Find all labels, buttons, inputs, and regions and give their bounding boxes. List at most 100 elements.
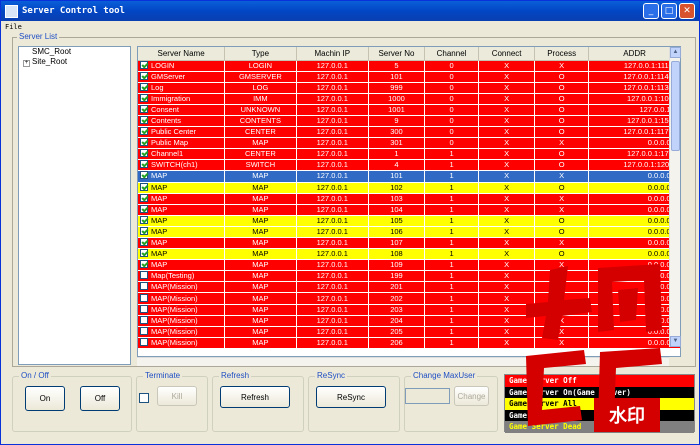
row-checkbox[interactable]	[140, 171, 148, 180]
table-row[interactable]: MAP(Mission) MAP 127.0.0.1 202 1 X X 0.0.0.0:0	[138, 292, 680, 305]
row-checkbox[interactable]	[140, 293, 148, 302]
row-checkbox[interactable]	[140, 226, 148, 235]
row-checkbox[interactable]	[140, 249, 148, 258]
row-checkbox[interactable]	[140, 215, 148, 224]
maxuser-input[interactable]	[405, 388, 450, 404]
terminate-checkbox[interactable]	[139, 393, 149, 403]
cell-text: Public Map	[151, 138, 189, 148]
column-header[interactable]: Channel	[424, 47, 480, 61]
table-row[interactable]: MAP(Mission) MAP 127.0.0.1 201 1 X X 0.0.0.0:0	[138, 281, 680, 294]
table-row[interactable]: MAP MAP 127.0.0.1 104 1 X X 0.0.0.0:0	[138, 204, 680, 216]
table-row[interactable]: Consent UNKNOWN 127.0.0.1 1001 0 X O 127.0.0.1:…	[138, 104, 680, 116]
kill-button[interactable]: Kill	[157, 386, 197, 406]
row-checkbox[interactable]	[140, 60, 148, 69]
column-header[interactable]: Connect	[478, 47, 536, 61]
table-row[interactable]: Contents CONTENTS 127.0.0.1 9 0 X O 127.0.0.1:1…	[138, 115, 680, 128]
server-list-caption: Server List	[17, 32, 60, 41]
table-row[interactable]: SWITCH(ch1) SWITCH 127.0.0.1 4 1 X O 127.0.0.1:…	[138, 159, 680, 172]
table-row[interactable]: MAP(Mission) MAP 127.0.0.1 204 1 X X 0.0.0.0:0	[138, 315, 680, 327]
server-name-cell: MAP	[138, 204, 226, 216]
refresh-button[interactable]: Refresh	[220, 386, 290, 408]
row-checkbox[interactable]	[140, 71, 148, 80]
table-row[interactable]: MAP MAP 127.0.0.1 107 1 X X 0.0.0.0:0	[138, 237, 680, 250]
table-row[interactable]: Map(Testing) MAP 127.0.0.1 199 1 X X 0.0.0.0:0	[138, 270, 680, 283]
change-button[interactable]: Change	[454, 386, 489, 406]
row-checkbox[interactable]	[140, 160, 148, 169]
row-checkbox[interactable]	[140, 238, 148, 247]
row-checkbox[interactable]	[140, 260, 148, 269]
row-checkbox[interactable]	[140, 315, 148, 324]
off-button[interactable]: Off	[80, 386, 120, 411]
scroll-down-icon[interactable]: ▼	[670, 336, 681, 347]
row-checkbox[interactable]	[140, 138, 148, 147]
table-row[interactable]: MAP(Mission) MAP 127.0.0.1 205 1 X X 0.0.0.0:0	[138, 326, 680, 338]
table-row[interactable]: MAP MAP 127.0.0.1 101 1 X X 0.0.0.0:0	[138, 170, 680, 183]
table-cell: MAP	[224, 326, 297, 338]
row-checkbox[interactable]	[140, 182, 148, 191]
table-cell: X	[478, 115, 536, 128]
row-checkbox[interactable]	[140, 204, 148, 213]
table-cell: X	[478, 159, 536, 172]
table-row[interactable]: Log LOG 127.0.0.1 999 0 X O 127.0.0.1:11300	[138, 82, 680, 94]
maximize-button[interactable]: □	[661, 3, 677, 19]
table-cell: X	[478, 126, 536, 139]
table-row[interactable]: MAP MAP 127.0.0.1 102 1 X O 0.0.0.0:0	[138, 182, 680, 194]
tree-node-site-root[interactable]: + Site_Root	[19, 57, 130, 67]
table-row[interactable]: Public Center CENTER 127.0.0.1 300 0 X O 127.0.…	[138, 126, 680, 139]
table-cell: 108	[368, 248, 426, 261]
table-cell: 127.0.0.1	[296, 182, 369, 194]
table-row[interactable]: MAP MAP 127.0.0.1 109 1 X X 0.0.0.0:0	[138, 259, 680, 272]
scroll-thumb[interactable]	[671, 61, 680, 151]
column-header[interactable]: Server Name	[138, 47, 226, 61]
close-button[interactable]: ✕	[679, 3, 695, 19]
row-checkbox[interactable]	[140, 326, 148, 335]
minimize-button[interactable]: _	[643, 3, 659, 19]
resync-button[interactable]: ReSync	[316, 386, 386, 408]
column-header[interactable]: ADDR	[588, 47, 680, 61]
table-cell: X	[534, 204, 590, 216]
row-checkbox[interactable]	[140, 337, 148, 346]
table-row[interactable]: Public Map MAP 127.0.0.1 301 0 X X 0.0.0.0:0	[138, 137, 680, 150]
column-header[interactable]: Machin IP	[296, 47, 369, 61]
row-checkbox[interactable]	[140, 304, 148, 313]
table-cell: X	[534, 193, 590, 205]
table-row[interactable]: MAP MAP 127.0.0.1 103 1 X X 0.0.0.0:0	[138, 193, 680, 205]
table-row[interactable]: Channel1 CENTER 127.0.0.1 1 1 X O 127.0.0.1:170…	[138, 148, 680, 161]
tree-node-smc-root[interactable]: SMC_Root	[19, 47, 130, 57]
row-checkbox[interactable]	[140, 104, 148, 113]
table-cell: X	[534, 259, 590, 272]
column-header[interactable]: Server No	[368, 47, 426, 61]
table-row[interactable]: MAP MAP 127.0.0.1 106 1 X O 0.0.0.0:0	[138, 226, 680, 239]
table-cell: 1001	[368, 104, 426, 116]
row-checkbox[interactable]	[140, 116, 148, 125]
row-checkbox[interactable]	[140, 127, 148, 136]
table-row[interactable]: MAP MAP 127.0.0.1 108 1 X O 0.0.0.0:0	[138, 248, 680, 261]
maxuser-caption: Change MaxUser	[411, 371, 478, 380]
table-row[interactable]: MAP(Mission) MAP 127.0.0.1 203 1 X X 0.0.0.0:0	[138, 304, 680, 316]
vertical-scrollbar[interactable]: ▲ ▼	[669, 47, 681, 347]
table-row[interactable]: LOGIN LOGIN 127.0.0.1 5 0 X X 127.0.0.1:11101	[138, 60, 680, 72]
table-cell: 1	[424, 248, 480, 261]
row-checkbox[interactable]	[140, 82, 148, 91]
table-row[interactable]: MAP(Mission) MAP 127.0.0.1 206 1 X X 0.0.0.0:0	[138, 337, 680, 349]
cell-text: MAP(Mission)	[151, 282, 198, 292]
horizontal-scrollbar[interactable]	[137, 357, 669, 366]
title-bar[interactable]: Server Control tool _ □ ✕	[1, 1, 699, 21]
table-row[interactable]: Immigration IMM 127.0.0.1 1000 0 X O 127.0.0.1:…	[138, 93, 680, 105]
row-checkbox[interactable]	[140, 282, 148, 291]
on-button[interactable]: On	[25, 386, 65, 411]
table-cell: 1	[424, 270, 480, 283]
row-checkbox[interactable]	[140, 271, 148, 280]
table-cell: 0	[424, 60, 480, 72]
scroll-up-icon[interactable]: ▲	[670, 47, 681, 58]
menu-file[interactable]: File	[5, 23, 22, 31]
table-row[interactable]: GMServer GMSERVER 127.0.0.1 101 0 X O 127.0.0.1…	[138, 71, 680, 83]
table-cell: 127.0.0.1	[296, 326, 369, 338]
row-checkbox[interactable]	[140, 149, 148, 158]
row-checkbox[interactable]	[140, 193, 148, 202]
table-row[interactable]: MAP MAP 127.0.0.1 105 1 X O 0.0.0.0:0	[138, 215, 680, 227]
expand-plus-icon[interactable]: +	[23, 60, 30, 67]
column-header[interactable]: Process	[534, 47, 590, 61]
column-header[interactable]: Type	[224, 47, 297, 61]
row-checkbox[interactable]	[140, 93, 148, 102]
